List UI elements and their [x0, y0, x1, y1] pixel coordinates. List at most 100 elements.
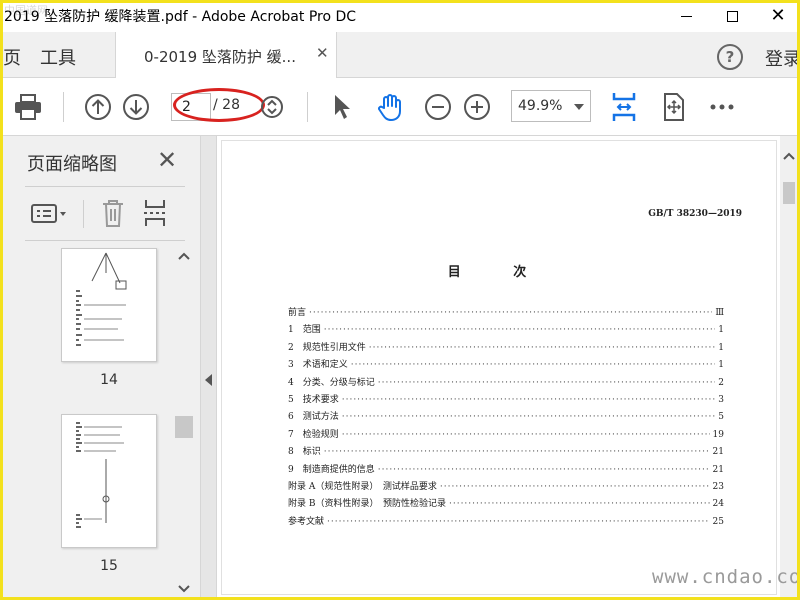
toc-entry[interactable]: 附录 B（资料性附录） 预防性检验记录 ·····················… — [288, 496, 724, 513]
toc-entry[interactable]: 5 技术要求 ··································… — [288, 392, 724, 409]
table-of-contents: 前言 ······································… — [288, 305, 724, 531]
toc-leader-dots: ········································… — [309, 308, 713, 318]
panel-toolbar — [25, 196, 195, 232]
toc-entry[interactable]: 前言 ······································… — [288, 305, 724, 322]
toc-entry-page: 3 — [718, 394, 724, 405]
tab-tools[interactable]: 工具 — [40, 44, 76, 70]
close-panel-icon[interactable]: ✕ — [157, 146, 177, 174]
thumbnail-page-number: 15 — [100, 558, 118, 574]
toc-entry[interactable]: 2 规范性引用文件 ·······························… — [288, 340, 724, 357]
tab-document[interactable]: 0-2019 坠落防护 缓... ✕ — [115, 32, 337, 78]
toc-entry-label: 7 检验规则 — [288, 429, 339, 440]
close-icon: ✕ — [770, 5, 786, 26]
toc-heading: 目 次 — [447, 265, 551, 280]
zoom-select[interactable]: 49.9% — [511, 90, 591, 122]
close-tab-icon[interactable]: ✕ — [316, 44, 329, 62]
zoom-in-button[interactable] — [462, 90, 492, 124]
maximize-icon — [726, 10, 738, 22]
toc-entry[interactable]: 7 检验规则 ··································… — [288, 427, 724, 444]
zoom-stepper-icon — [261, 96, 283, 118]
thumbnail-options-icon[interactable] — [31, 202, 69, 226]
scroll-down-icon[interactable] — [178, 585, 190, 593]
next-page-icon — [123, 94, 149, 120]
full-screen-button[interactable] — [659, 90, 689, 124]
toc-leader-dots: ········································… — [341, 412, 716, 423]
toc-leader-dots: ········································… — [341, 429, 710, 440]
scrollbar-thumb[interactable] — [783, 182, 795, 204]
full-screen-icon — [664, 93, 684, 121]
toc-leader-dots: ········································… — [341, 394, 716, 405]
toc-leader-dots: ········································… — [377, 464, 710, 475]
document-tab-label: 0-2019 坠落防护 缓... — [144, 48, 296, 66]
previous-page-button[interactable] — [81, 90, 115, 124]
toc-entry-label: 附录 A（规范性附录） 测试样品要求 — [288, 481, 437, 492]
maximize-button[interactable] — [709, 0, 755, 32]
toc-entry-label: 5 技术要求 — [288, 394, 339, 405]
toc-entry-page: 2 — [718, 377, 724, 388]
page-extract-icon[interactable] — [143, 198, 169, 228]
minimize-icon — [680, 15, 692, 17]
panel-divider — [25, 186, 185, 187]
toc-entry[interactable]: 8 标识 ····································… — [288, 444, 724, 461]
toc-entry[interactable]: 3 术语和定义 ·································… — [288, 357, 724, 374]
toc-entry-page: 23 — [712, 481, 724, 492]
toc-entry-label: 6 测试方法 — [288, 412, 339, 423]
toc-leader-dots: ········································… — [323, 447, 710, 458]
document-scrollbar[interactable] — [780, 136, 797, 597]
zoom-stepper-button[interactable] — [257, 90, 287, 124]
scroll-up-icon[interactable] — [783, 152, 795, 160]
toc-entry-page: 1 — [718, 325, 724, 336]
hand-tool-button[interactable] — [373, 90, 407, 124]
toc-entry-label: 4 分类、分级与标记 — [288, 377, 375, 388]
toc-entry[interactable]: 1 范围 ····································… — [288, 322, 724, 339]
toc-entry-label: 8 标识 — [288, 447, 321, 458]
toc-leader-dots: ········································… — [439, 481, 710, 492]
toc-entry[interactable]: 附录 A（规范性附录） 测试样品要求 ······················… — [288, 479, 724, 496]
watermark-text: www.cndao.com — [652, 566, 800, 588]
toc-entry[interactable]: 9 制造商提供的信息 ······························… — [288, 462, 724, 479]
thumbnail-page-graphic — [76, 252, 127, 346]
panel-title: 页面缩略图 — [27, 154, 117, 175]
page-thumbnail[interactable] — [61, 414, 157, 548]
panel-divider — [25, 240, 185, 241]
toc-entry-label: 2 规范性引用文件 — [288, 342, 366, 353]
select-tool-button[interactable] — [329, 90, 355, 124]
toc-entry[interactable]: 参考文献 ····································… — [288, 514, 724, 531]
tab-bar: 页 工具 0-2019 坠落防护 缓... ✕ ? 登录 — [3, 32, 800, 78]
tab-home[interactable]: 页 — [3, 44, 21, 70]
thumbnail-scrollbar[interactable] — [175, 248, 195, 597]
scroll-up-icon[interactable] — [178, 252, 190, 260]
fit-width-button[interactable] — [609, 90, 639, 124]
toc-leader-dots: ········································… — [448, 499, 710, 510]
zoom-out-button[interactable] — [423, 90, 453, 124]
next-page-button[interactable] — [119, 90, 153, 124]
more-icon — [710, 104, 734, 110]
signin-link[interactable]: 登录 — [765, 45, 800, 71]
thumbnail-page-graphic — [76, 422, 124, 528]
toc-entry-label: 附录 B（资料性附录） 预防性检验记录 — [288, 499, 446, 510]
toc-leader-dots: ········································… — [377, 377, 716, 388]
toc-entry[interactable]: 4 分类、分级与标记 ······························… — [288, 375, 724, 392]
thumbnail-page-number: 14 — [100, 372, 118, 388]
window-title: 2019 坠落防护 缓降装置.pdf - Adobe Acrobat Pro D… — [4, 9, 357, 25]
red-annotation-circle — [173, 88, 265, 122]
close-window-button[interactable]: ✕ — [755, 0, 800, 32]
print-button[interactable] — [11, 90, 45, 124]
chevron-down-icon — [574, 104, 584, 110]
standard-code: GB/T 38230—2019 — [648, 209, 742, 219]
fit-width-icon — [612, 93, 636, 121]
scrollbar-thumb[interactable] — [175, 416, 193, 438]
page-thumbnail[interactable] — [61, 248, 157, 362]
toc-entry-page: Ⅲ — [715, 308, 724, 318]
toc-entry-page: 19 — [712, 429, 724, 440]
panel-splitter[interactable] — [201, 136, 217, 597]
more-tools-button[interactable] — [707, 90, 737, 124]
help-button[interactable]: ? — [717, 44, 743, 70]
collapse-panel-icon[interactable] — [205, 374, 212, 386]
toolbar-separator — [307, 92, 308, 122]
toc-entry[interactable]: 6 测试方法 ··································… — [288, 409, 724, 426]
toc-entry-label: 9 制造商提供的信息 — [288, 464, 375, 475]
minimize-button[interactable] — [663, 0, 709, 32]
delete-icon[interactable] — [101, 198, 125, 228]
document-page: GB/T 38230—2019 目 次 前言 ··················… — [221, 140, 777, 595]
